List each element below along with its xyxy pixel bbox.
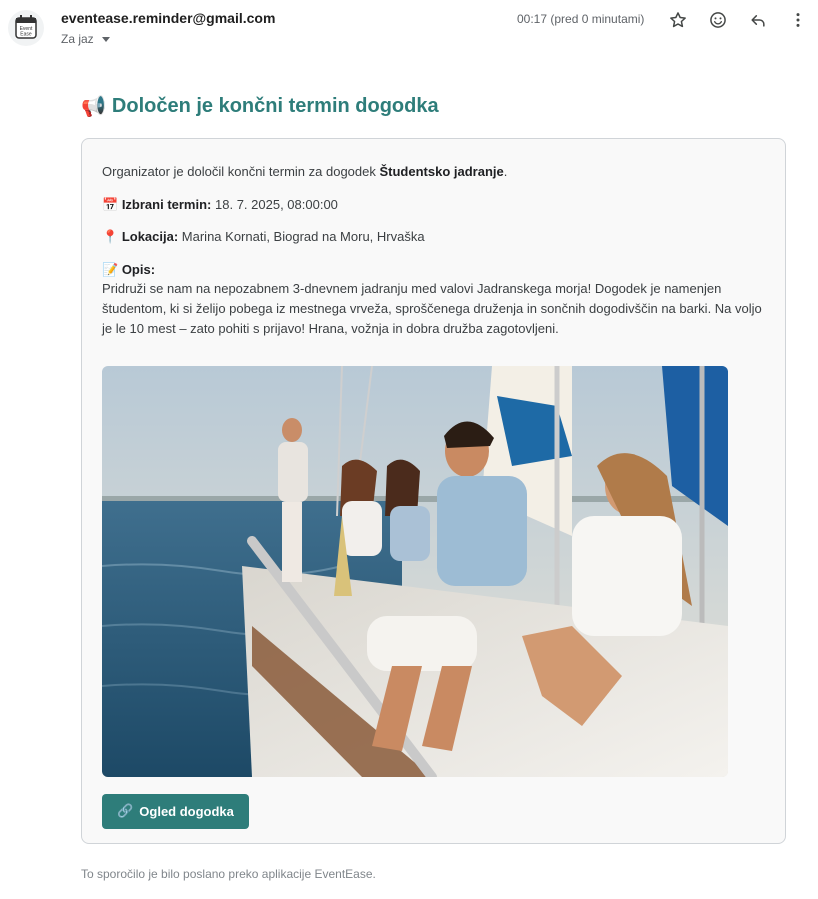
intro-suffix: .	[503, 164, 508, 179]
more-vert-icon[interactable]	[786, 8, 810, 32]
date-label: Izbrani termin:	[121, 197, 212, 212]
recipient-label: Za jaz	[61, 32, 94, 46]
sender-email: eventease.reminder@gmail.com	[61, 10, 276, 26]
email-card: Organizator je določil končni termin za …	[81, 138, 786, 844]
description-text: Pridruži se nam na nepozabnem 3-dnevnem …	[102, 281, 762, 336]
avatar-text-line2: Ease	[20, 32, 32, 38]
sender-avatar[interactable]: Event Ease	[8, 10, 44, 46]
email-header: Event Ease eventease.reminder@gmail.com …	[0, 0, 818, 60]
star-icon[interactable]	[666, 8, 690, 32]
view-event-button[interactable]: 🔗 Ogled dogodka	[102, 794, 249, 829]
reply-icon[interactable]	[746, 8, 770, 32]
chevron-down-icon	[101, 37, 110, 42]
date-value: 18. 7. 2025, 08:00:00	[215, 197, 338, 212]
email-title-text: Določen je končni termin dogodka	[111, 94, 439, 117]
event-name: Študentsko jadranje	[379, 164, 504, 179]
calendar-icon: 📅	[102, 198, 119, 213]
description-label: Opis:	[121, 262, 156, 277]
event-photo	[102, 366, 728, 777]
megaphone-icon: 📢	[81, 94, 106, 118]
footer-note: To sporočilo je bilo poslano preko aplik…	[81, 867, 376, 881]
date-row: 📅 Izbrani termin: 18. 7. 2025, 08:00:00	[102, 195, 338, 216]
timestamp: 00:17 (pred 0 minutami)	[517, 12, 645, 26]
memo-icon: 📝	[102, 263, 119, 278]
description-label-row: 📝 Opis:	[102, 260, 155, 281]
email-title: 📢 Določen je končni termin dogodka	[81, 94, 439, 118]
view-event-label: Ogled dogodka	[139, 804, 234, 819]
location-value: Marina Kornati, Biograd na Moru, Hrvaška	[181, 229, 425, 244]
intro-paragraph: Organizator je določil končni termin za …	[102, 162, 507, 182]
link-icon: 🔗	[117, 804, 134, 819]
emoji-icon[interactable]	[706, 8, 730, 32]
recipient-dropdown[interactable]: Za jaz	[61, 32, 110, 46]
pin-icon: 📍	[102, 230, 119, 245]
intro-prefix: Organizator je določil končni termin za …	[102, 164, 380, 179]
location-label: Lokacija:	[121, 229, 179, 244]
location-row: 📍 Lokacija: Marina Kornati, Biograd na M…	[102, 227, 425, 248]
